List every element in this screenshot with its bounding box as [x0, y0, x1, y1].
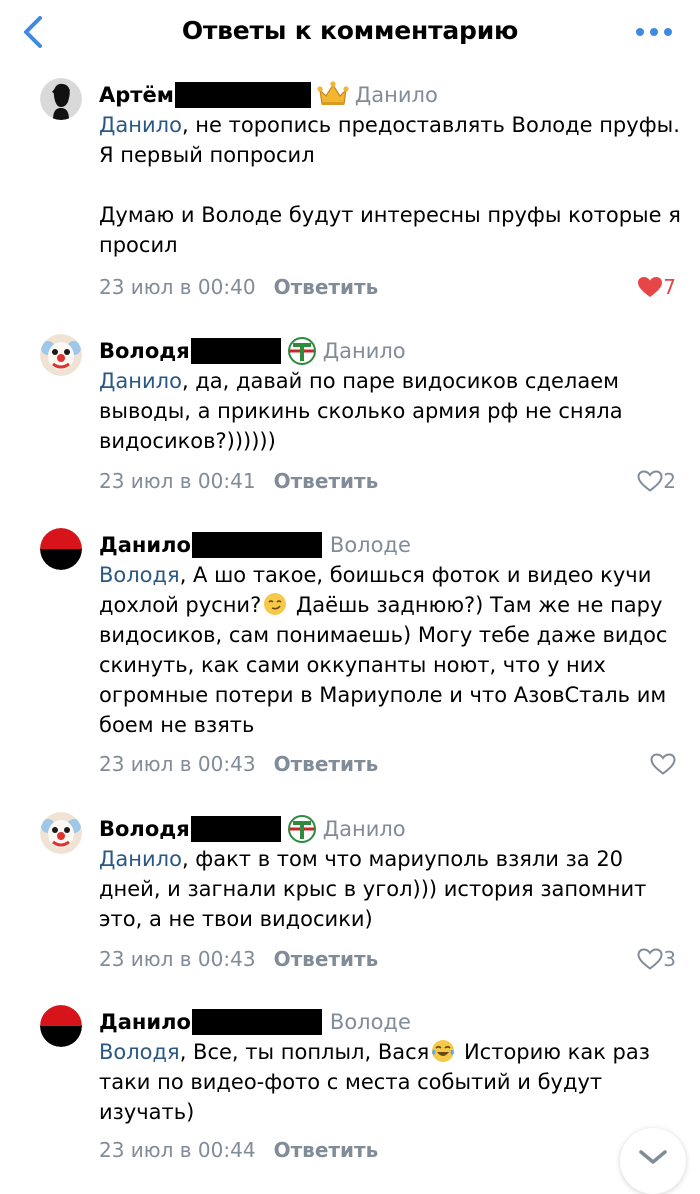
reply-to-name[interactable]: Данило — [323, 812, 406, 846]
clown-avatar-icon — [40, 334, 82, 376]
scroll-down-button[interactable] — [620, 1128, 686, 1194]
redacted-name — [190, 816, 281, 842]
comment-meta: 23 июл в 00:41 Ответить — [99, 466, 378, 496]
like-count: 3 — [663, 947, 676, 971]
avatar[interactable] — [40, 78, 82, 120]
reply-button[interactable]: Ответить — [274, 752, 379, 776]
comment-header: Володя Данило — [99, 812, 406, 848]
avatar[interactable] — [40, 812, 82, 854]
comment-text: Володя, А шо такое, боишься фоток и виде… — [99, 560, 689, 740]
reply-button[interactable]: Ответить — [274, 947, 379, 971]
comment-header: Данило Володе — [99, 1005, 411, 1041]
redacted-name — [191, 532, 322, 558]
heart-outline-icon — [650, 753, 676, 775]
comment-date: 23 июл в 00:43 — [99, 752, 256, 776]
author-name[interactable]: Данило — [99, 1005, 191, 1039]
red-black-flag-avatar-icon — [40, 1005, 82, 1047]
comment-text: Данило, факт в том что мариуполь взяли з… — [99, 844, 689, 934]
smirk-emoji-icon — [264, 593, 287, 615]
comment-meta: 23 июл в 00:43 Ответить — [99, 749, 378, 779]
comment-body: , не торопись предоставлять Володе пруфы… — [99, 113, 680, 167]
page-title: Ответы к комментарию — [181, 16, 519, 45]
reply-to-name[interactable]: Данило — [355, 78, 438, 112]
redacted-name — [191, 1009, 322, 1035]
like-button[interactable]: 3 — [637, 944, 676, 974]
tears-of-joy-emoji-icon — [432, 1040, 455, 1062]
top-bar: Ответы к комментарию — [0, 0, 700, 66]
comment-meta: 23 июл в 00:40 Ответить — [99, 272, 378, 302]
chevron-down-icon — [639, 1150, 667, 1164]
comment-header: Данило Володе — [99, 528, 411, 564]
author-name[interactable]: Володя — [99, 334, 190, 368]
comment-date: 23 июл в 00:43 — [99, 947, 256, 971]
reply-button[interactable]: Ответить — [274, 469, 379, 493]
comment-date: 23 июл в 00:44 — [99, 1138, 256, 1162]
mention-link[interactable]: Володя — [99, 1040, 180, 1064]
heart-outline-icon — [637, 470, 663, 492]
reply-button[interactable]: Ответить — [274, 1138, 379, 1162]
comment-header: Володя Данило — [99, 334, 406, 370]
comment-date: 23 июл в 00:41 — [99, 469, 256, 493]
comment-meta: 23 июл в 00:44 Ответить — [99, 1135, 378, 1165]
avatar[interactable] — [40, 1005, 82, 1047]
avatar[interactable] — [40, 334, 82, 376]
comment-body: , Все, ты поплыл, Вася — [179, 1040, 430, 1064]
reply-to-name[interactable]: Володе — [330, 1005, 411, 1039]
red-black-flag-avatar-icon — [40, 528, 82, 570]
comment-text: Данило, да, давай по паре видосиков сдел… — [99, 366, 689, 456]
mention-link[interactable]: Данило — [99, 847, 182, 871]
heart-outline-icon — [637, 948, 663, 970]
redacted-name — [190, 338, 281, 364]
clown-avatar-icon — [40, 812, 82, 854]
author-name[interactable]: Володя — [99, 812, 190, 846]
comment-header: Артём Данило — [99, 78, 438, 114]
author-name[interactable]: Артём — [99, 78, 174, 112]
like-count: 7 — [663, 275, 676, 299]
comment-body-paragraph: Думаю и Володе будут интересны пруфы кот… — [99, 203, 681, 257]
comment-meta: 23 июл в 00:43 Ответить — [99, 944, 378, 974]
comment-text: Данило, не торопись предоставлять Володе… — [99, 110, 689, 260]
redacted-name — [174, 82, 311, 108]
comment-date: 23 июл в 00:40 — [99, 275, 256, 299]
author-name[interactable]: Данило — [99, 528, 191, 562]
like-count: 2 — [663, 469, 676, 493]
like-button[interactable]: 7 — [637, 272, 676, 302]
heart-filled-icon — [638, 277, 663, 297]
reply-to-name[interactable]: Данило — [323, 334, 406, 368]
like-button[interactable]: 2 — [637, 466, 676, 496]
avatar[interactable] — [40, 528, 82, 570]
mention-link[interactable]: Володя — [99, 563, 180, 587]
like-button[interactable] — [650, 749, 676, 779]
mention-link[interactable]: Данило — [99, 113, 182, 137]
comment-body: , факт в том что мариуполь взяли за 20 д… — [99, 847, 647, 931]
reply-to-name[interactable]: Володе — [330, 528, 411, 562]
mention-link[interactable]: Данило — [99, 369, 182, 393]
more-button[interactable] — [632, 20, 676, 44]
reply-button[interactable]: Ответить — [274, 275, 379, 299]
silhouette-avatar-icon — [40, 78, 82, 120]
comment-text: Володя, Все, ты поплыл, Вася Историю как… — [99, 1037, 689, 1127]
more-horizontal-icon — [636, 28, 672, 36]
